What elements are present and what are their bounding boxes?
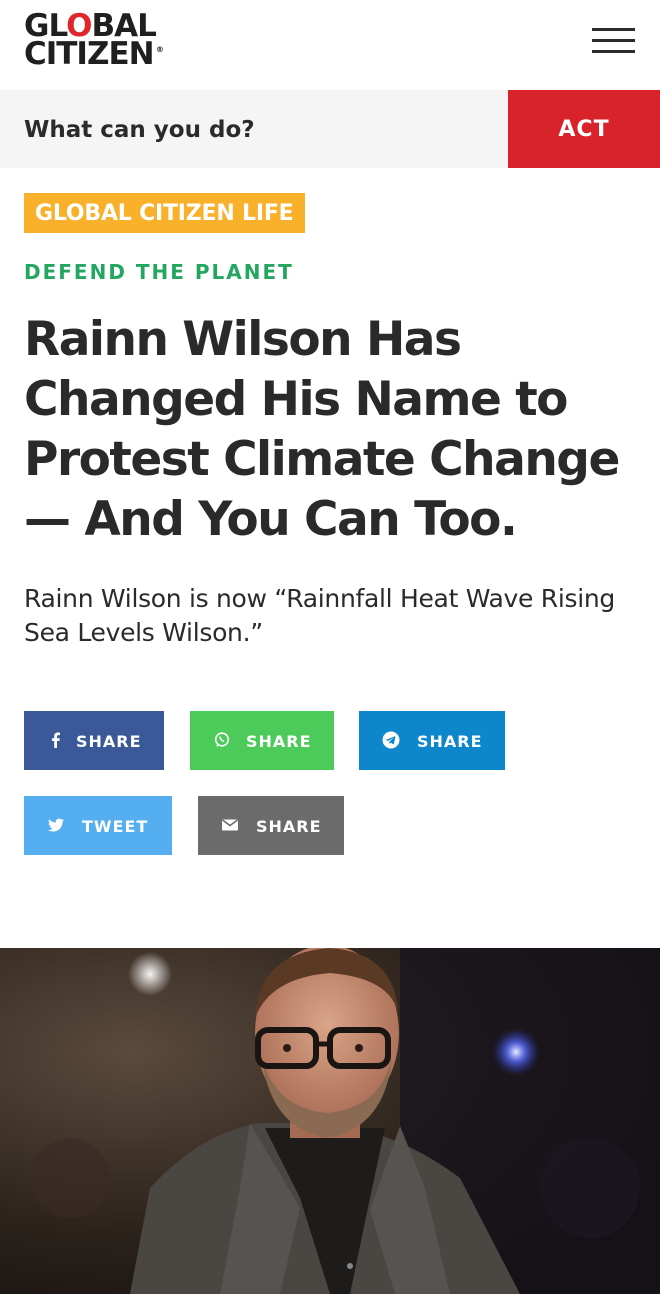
share-label: SHARE [256, 817, 322, 836]
email-share-button[interactable]: SHARE [198, 796, 344, 855]
site-header: GLOBAL CITIZEN ® [0, 0, 660, 90]
whatsapp-share-button[interactable]: SHARE [190, 711, 334, 770]
subcategory-label[interactable]: DEFEND THE PLANET [24, 258, 294, 286]
menu-bar [592, 39, 635, 42]
whatsapp-icon [212, 730, 232, 750]
hero-photo-illustration [0, 948, 660, 1294]
act-button[interactable]: ACT [508, 90, 660, 168]
article-headline: Rainn Wilson Has Changed His Name to Pro… [24, 312, 620, 547]
telegram-icon [381, 730, 401, 750]
registered-mark: ® [155, 45, 164, 54]
logo-line-2: CITIZEN ® [24, 39, 164, 70]
action-prompt[interactable]: What can you do? [24, 90, 255, 168]
share-label: SHARE [246, 732, 312, 751]
article-dek: Rainn Wilson is now “Rainnfall Heat Wave… [24, 584, 615, 647]
share-label: TWEET [82, 817, 149, 836]
share-label: SHARE [417, 732, 483, 751]
hero-photo [0, 948, 660, 1294]
action-bar: What can you do? ACT [0, 90, 660, 168]
twitter-share-button[interactable]: TWEET [24, 796, 172, 855]
telegram-share-button[interactable]: SHARE [359, 711, 505, 770]
facebook-icon [46, 730, 66, 750]
menu-bar [592, 50, 635, 53]
facebook-share-button[interactable]: SHARE [24, 711, 164, 770]
global-citizen-logo[interactable]: GLOBAL CITIZEN ® [24, 11, 164, 70]
share-label: SHARE [76, 732, 142, 751]
email-icon [220, 815, 240, 835]
hamburger-menu-icon[interactable] [592, 28, 636, 56]
logo-text: CITIZEN [24, 36, 155, 72]
menu-bar [592, 28, 635, 31]
twitter-icon [46, 815, 66, 835]
category-badge[interactable]: GLOBAL CITIZEN LIFE [24, 193, 305, 233]
